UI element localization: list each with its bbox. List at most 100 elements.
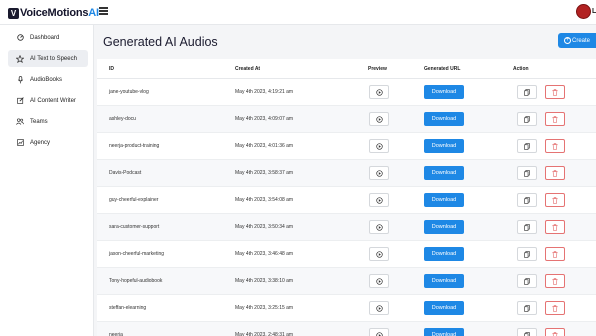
trash-icon	[552, 331, 558, 336]
row-id: jane-youtube-vlog	[109, 89, 149, 95]
page-title: Generated AI Audios	[103, 35, 218, 49]
app-logo[interactable]: V VoiceMotionsAI	[8, 6, 99, 20]
download-button[interactable]: Download	[424, 85, 464, 99]
delete-button[interactable]	[545, 247, 565, 261]
row-created-at: May 4th 2023, 3:54:08 am	[235, 197, 294, 203]
sidebar: Dashboard AI Text to Speech AudioBooks A…	[0, 25, 94, 336]
preview-button[interactable]	[369, 193, 389, 207]
row-created-at: May 4th 2023, 3:46:48 am	[235, 251, 294, 257]
copy-icon	[524, 196, 530, 204]
logo-mark-icon: V	[8, 7, 19, 19]
trash-icon	[552, 250, 558, 258]
preview-button[interactable]	[369, 301, 389, 315]
trash-icon	[552, 142, 558, 150]
table-header: ID Created At Preview Generated URL Acti…	[97, 59, 596, 79]
column-header-preview: Preview	[368, 66, 387, 72]
row-created-at: May 4th 2023, 4:19:21 am	[235, 89, 294, 95]
row-created-at: May 4th 2023, 3:58:37 am	[235, 170, 294, 176]
column-header-action: Action	[513, 66, 529, 72]
table-row: sara-customer-support May 4th 2023, 3:50:…	[97, 214, 596, 241]
row-id: guy-cheerful-explainer	[109, 197, 159, 203]
row-id: jason-cheerful-marketing	[109, 251, 165, 257]
user-initial[interactable]: L	[592, 8, 596, 15]
trash-icon	[552, 304, 558, 312]
copy-button[interactable]	[517, 274, 537, 288]
copy-button[interactable]	[517, 112, 537, 126]
copy-button[interactable]	[517, 193, 537, 207]
microphone-icon	[16, 75, 24, 84]
play-icon	[375, 250, 383, 258]
row-created-at: May 4th 2023, 3:38:10 am	[235, 278, 294, 284]
trash-icon	[552, 223, 558, 231]
trash-icon	[552, 88, 558, 96]
row-created-at: May 4th 2023, 4:09:07 am	[235, 116, 294, 122]
preview-button[interactable]	[369, 166, 389, 180]
copy-icon	[524, 223, 530, 231]
copy-button[interactable]	[517, 220, 537, 234]
star-icon	[16, 54, 24, 63]
copy-icon	[524, 169, 530, 177]
preview-button[interactable]	[369, 112, 389, 126]
sidebar-item-label: Dashboard	[30, 34, 60, 41]
table-row: ashley-docu May 4th 2023, 4:09:07 am Downl…	[97, 106, 596, 133]
delete-button[interactable]	[545, 274, 565, 288]
delete-button[interactable]	[545, 112, 565, 126]
copy-button[interactable]	[517, 166, 537, 180]
sidebar-item-ai-text-to-speech[interactable]: AI Text to Speech	[8, 50, 88, 67]
row-created-at: May 4th 2023, 3:25:15 am	[235, 305, 294, 311]
chart-icon	[16, 139, 24, 147]
menu-toggle-icon[interactable]	[99, 7, 108, 15]
copy-icon	[524, 304, 530, 312]
column-header-created-at: Created At	[235, 66, 261, 72]
preview-button[interactable]	[369, 328, 389, 336]
delete-button[interactable]	[545, 139, 565, 153]
download-button[interactable]: Download	[424, 247, 464, 261]
download-button[interactable]: Download	[424, 301, 464, 315]
row-id: sara-customer-support	[109, 224, 160, 230]
download-button[interactable]: Download	[424, 112, 464, 126]
table-row: neerja May 4th 2023, 2:48:31 am Download	[97, 322, 596, 336]
trash-icon	[552, 169, 558, 177]
trash-icon	[552, 196, 558, 204]
dashboard-icon	[16, 34, 24, 42]
plus-icon: +	[564, 36, 571, 44]
table-row: Davis-Podcast May 4th 2023, 3:58:37 am Dow…	[97, 160, 596, 187]
user-avatar[interactable]	[576, 4, 591, 19]
trash-icon	[552, 115, 558, 123]
copy-button[interactable]	[517, 85, 537, 99]
sidebar-item-dashboard[interactable]: Dashboard	[8, 29, 88, 46]
preview-button[interactable]	[369, 139, 389, 153]
download-button[interactable]: Download	[424, 193, 464, 207]
sidebar-item-ai-content-writer[interactable]: AI Content Writer	[8, 92, 88, 109]
copy-icon	[524, 142, 530, 150]
download-button[interactable]: Download	[424, 274, 464, 288]
copy-button[interactable]	[517, 301, 537, 315]
copy-button[interactable]	[517, 139, 537, 153]
preview-button[interactable]	[369, 247, 389, 261]
delete-button[interactable]	[545, 328, 565, 336]
sidebar-item-audiobooks[interactable]: AudioBooks	[8, 71, 88, 88]
sidebar-item-agency[interactable]: Agency	[8, 134, 88, 151]
preview-button[interactable]	[369, 274, 389, 288]
delete-button[interactable]	[545, 85, 565, 99]
delete-button[interactable]	[545, 166, 565, 180]
download-button[interactable]: Download	[424, 166, 464, 180]
copy-icon	[524, 88, 530, 96]
delete-button[interactable]	[545, 301, 565, 315]
download-button[interactable]: Download	[424, 139, 464, 153]
sidebar-item-teams[interactable]: Teams	[8, 113, 88, 130]
sidebar-item-label: AI Text to Speech	[30, 55, 77, 62]
create-button[interactable]: + Create	[558, 33, 596, 48]
delete-button[interactable]	[545, 193, 565, 207]
play-icon	[375, 277, 383, 285]
logo-suffix: AI	[88, 7, 99, 19]
copy-icon	[524, 115, 530, 123]
copy-button[interactable]	[517, 247, 537, 261]
download-button[interactable]: Download	[424, 328, 464, 336]
preview-button[interactable]	[369, 220, 389, 234]
preview-button[interactable]	[369, 85, 389, 99]
copy-icon	[524, 331, 530, 336]
copy-button[interactable]	[517, 328, 537, 336]
download-button[interactable]: Download	[424, 220, 464, 234]
delete-button[interactable]	[545, 220, 565, 234]
